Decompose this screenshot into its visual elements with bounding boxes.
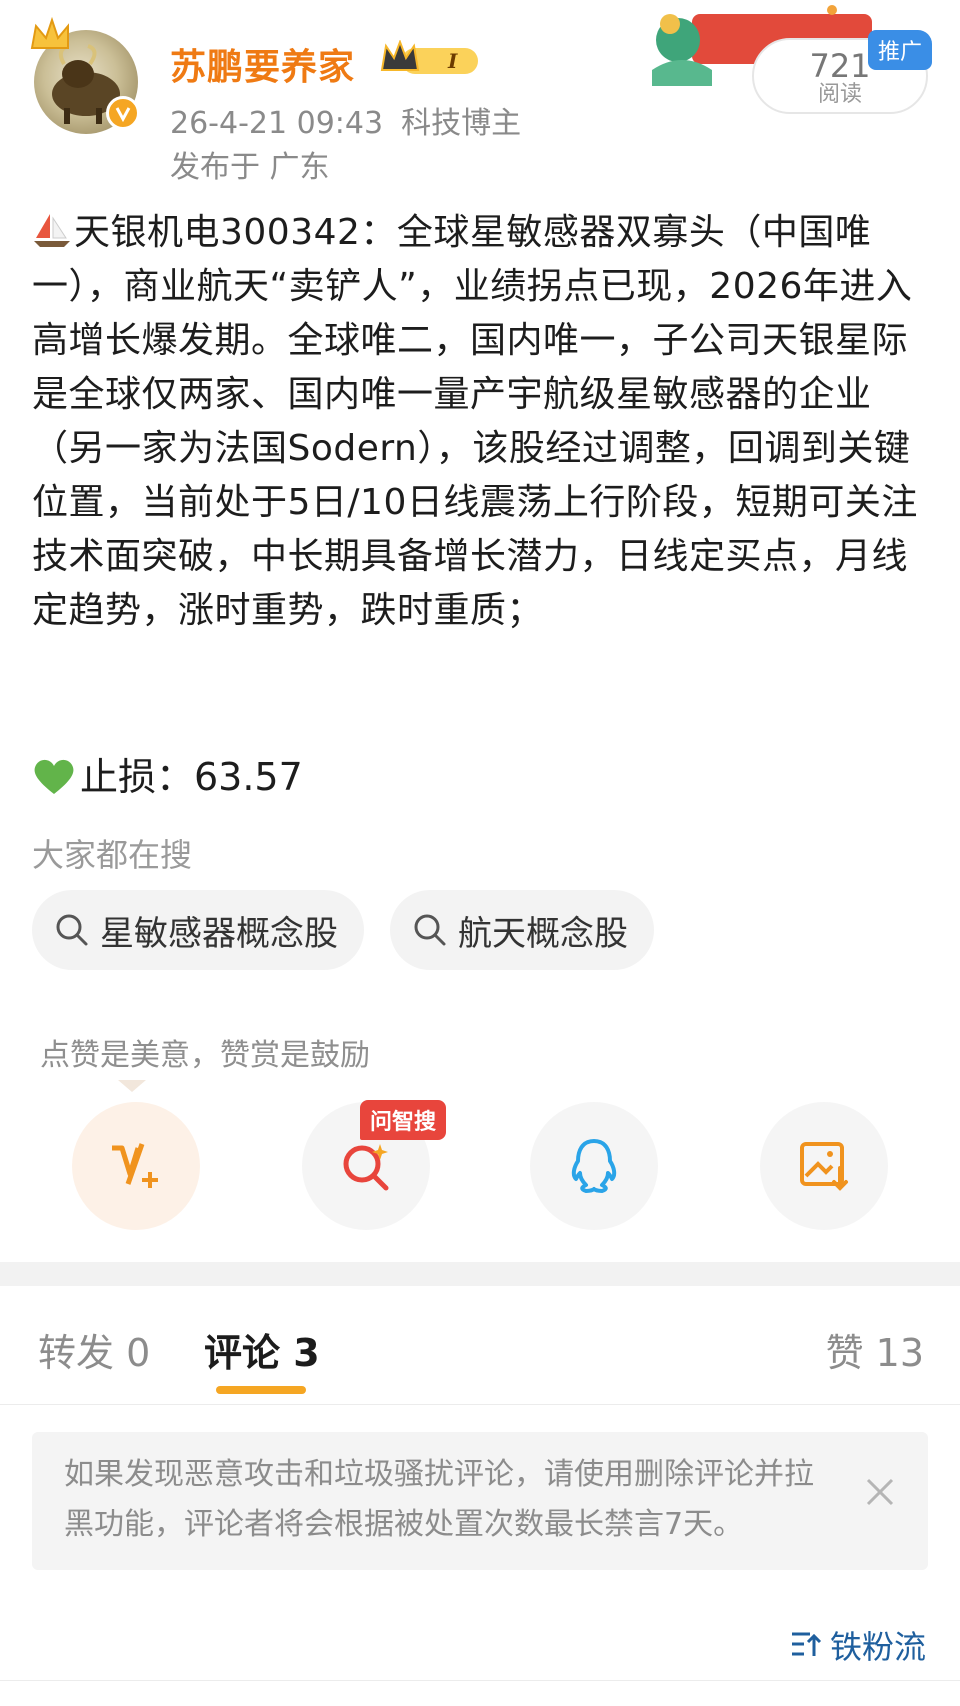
qq-icon xyxy=(571,1139,617,1193)
post-body-text: 天银机电300342：全球星敏感器双寡头（中国唯一），商业航天“卖铲人”，业绩拐… xyxy=(32,212,918,631)
user-tag: 科技博主 xyxy=(401,106,522,141)
search-icon xyxy=(414,914,446,946)
encourage-text: 点赞是美意，赞赏是鼓励 xyxy=(40,1038,370,1073)
crown-icon xyxy=(30,16,69,49)
search-chip-label: 航天概念股 xyxy=(458,913,628,954)
sort-label: 铁粉流 xyxy=(829,1628,926,1666)
image-download-icon xyxy=(800,1142,848,1191)
post-meta: 26-4-21 09:43 科技博主 xyxy=(170,98,539,142)
green-heart-icon xyxy=(34,759,74,794)
tab-comment[interactable]: 评论 3 xyxy=(204,1322,320,1377)
post-body: 天银机电300342：全球星敏感器双寡头（中国唯一），商业航天“卖铲人”，业绩拐… xyxy=(32,206,932,638)
sort-button[interactable]: 铁粉流 xyxy=(790,1622,926,1668)
username[interactable]: 苏鹏要养家 xyxy=(170,38,355,90)
stoploss-line: 止损：63.57 xyxy=(32,746,303,801)
search-chip-aerospace[interactable]: 航天概念股 xyxy=(390,890,654,970)
search-chip-star-sensor[interactable]: 星敏感器概念股 xyxy=(32,890,364,970)
search-chip-label: 星敏感器概念股 xyxy=(100,913,338,954)
share-qq-button[interactable] xyxy=(530,1102,658,1230)
search-icon xyxy=(56,914,88,946)
vip-level-text: I xyxy=(447,49,458,73)
post-location: 发布于 广东 xyxy=(170,150,330,185)
sort-icon xyxy=(791,1632,822,1656)
tooltip-caret xyxy=(118,1080,146,1092)
avatar[interactable] xyxy=(30,16,140,134)
post-timestamp: 26-4-21 09:43 xyxy=(170,106,384,141)
verified-badge-icon xyxy=(106,96,140,130)
reward-button[interactable] xyxy=(72,1102,200,1230)
section-divider xyxy=(0,1262,960,1286)
hot-search-title: 大家都在搜 xyxy=(32,836,193,874)
promo-tag: 推广 xyxy=(868,30,933,70)
active-tab-indicator xyxy=(216,1386,306,1394)
notice-text: 如果发现恶意攻击和垃圾骚扰评论，请使用删除评论并拉黑功能，评论者将会根据被处置次… xyxy=(64,1457,814,1542)
wenzhisou-tag: 问智搜 xyxy=(360,1100,447,1140)
reward-v-icon xyxy=(112,1143,158,1188)
tab-repost[interactable]: 转发 0 xyxy=(38,1322,150,1377)
tab-divider xyxy=(0,1404,960,1405)
ai-search-icon xyxy=(343,1144,389,1191)
close-icon[interactable] xyxy=(862,1474,898,1510)
tab-like[interactable]: 赞 13 xyxy=(826,1322,924,1377)
comment-notice: 如果发现恶意攻击和垃圾骚扰评论，请使用删除评论并拉黑功能，评论者将会根据被处置次… xyxy=(32,1432,928,1570)
read-label: 阅读 xyxy=(817,82,862,107)
bottom-divider xyxy=(0,1680,960,1681)
vip-level-badge[interactable]: I xyxy=(380,39,484,80)
save-image-button[interactable] xyxy=(760,1102,888,1230)
stoploss-text: 止损：63.57 xyxy=(80,755,303,799)
sailboat-icon xyxy=(34,214,70,247)
